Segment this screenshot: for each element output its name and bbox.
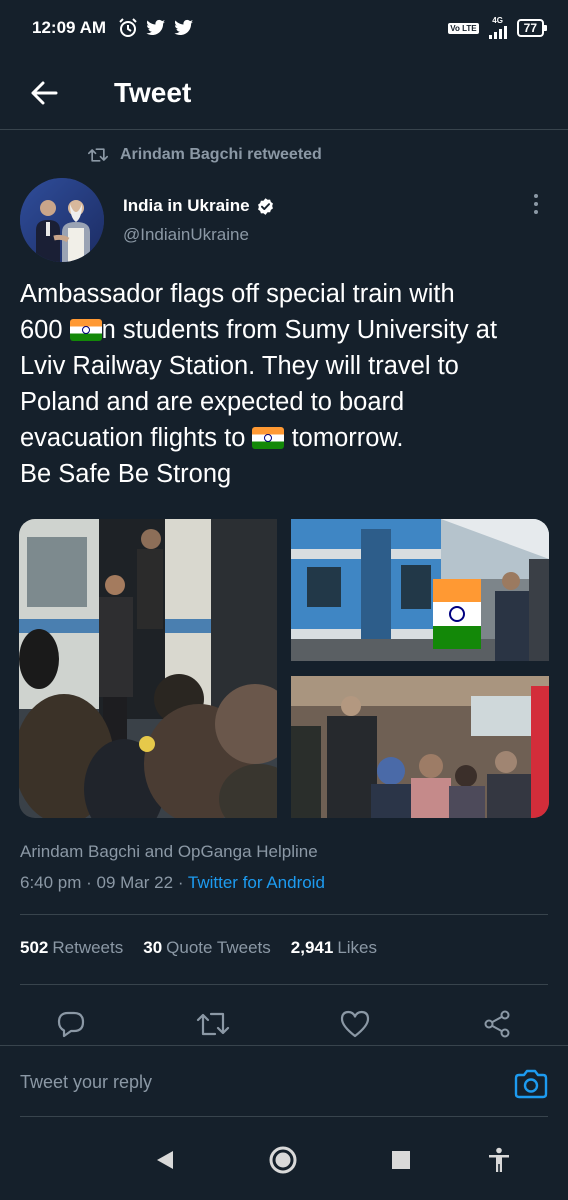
tweet-line: Ambassador flags off special train with: [20, 280, 455, 308]
reply-underline: [20, 1116, 548, 1117]
system-nav-bar: [0, 1118, 568, 1200]
tweet-line: evacuation flights to tomorrow.: [20, 424, 404, 452]
heart-icon: [340, 1010, 370, 1038]
tweet-time: 6:40 pm: [20, 873, 82, 892]
arrow-left-icon: [31, 81, 58, 104]
signal-icon: [488, 25, 507, 39]
tweet-line: 600 n students from Sumy University at: [20, 316, 498, 344]
nav-accessibility-button[interactable]: [479, 1140, 519, 1180]
battery-icon: 77: [516, 19, 548, 37]
nav-home-button[interactable]: [263, 1140, 303, 1180]
triangle-back-icon: [157, 1151, 173, 1169]
photo-train-door[interactable]: [19, 519, 277, 818]
square-recents-icon: [392, 1151, 410, 1169]
like-button[interactable]: [333, 1002, 377, 1046]
author-handle[interactable]: @IndiainUkraine: [123, 225, 249, 245]
quote-tweets-stat[interactable]: 30 Quote Tweets: [143, 938, 271, 958]
media-tag-attribution[interactable]: Arindam Bagchi and OpGanga Helpline: [20, 842, 318, 862]
share-button[interactable]: [475, 1002, 519, 1046]
retweets-stat[interactable]: 502 Retweets: [20, 938, 123, 958]
app-header: Tweet: [0, 56, 568, 130]
more-dot: [534, 202, 538, 206]
tweet-author: India in Ukraine @IndiainUkraine: [20, 178, 548, 268]
accessibility-icon: [489, 1147, 509, 1172]
circle-home-icon: [269, 1146, 297, 1174]
camera-button[interactable]: [514, 1066, 548, 1100]
media-grid: [19, 519, 549, 818]
flag-india-icon: [69, 319, 102, 341]
retweeted-by[interactable]: Arindam Bagchi retweeted: [88, 146, 322, 164]
twitter-bird-icon: [146, 19, 166, 35]
twitter-bird-icon: [174, 19, 194, 35]
back-button[interactable]: [14, 63, 74, 123]
volte-badge: Vo LTE: [448, 22, 479, 34]
more-dot: [534, 194, 538, 198]
retweet-icon: [88, 148, 108, 162]
tweet-line: Lviv Railway Station. They will travel t…: [20, 352, 459, 380]
tweet-stats: 502 Retweets 30 Quote Tweets 2,941 Likes: [20, 938, 377, 958]
camera-icon: [514, 1069, 548, 1099]
reply-icon: [57, 1011, 85, 1038]
tweet-line: Poland and are expected to board: [20, 388, 405, 416]
nav-recents-button[interactable]: [381, 1140, 421, 1180]
share-icon: [484, 1010, 510, 1038]
reply-button[interactable]: [49, 1002, 93, 1046]
status-bar: 12:09 AM Vo LTE 4G 77: [0, 0, 568, 56]
divider: [20, 984, 548, 985]
divider: [20, 914, 548, 915]
retweet-icon: [196, 1012, 230, 1036]
photo-train-interior[interactable]: [291, 676, 549, 818]
network-type: 4G: [492, 16, 503, 25]
more-options-button[interactable]: [524, 190, 548, 218]
status-time: 12:09 AM: [32, 18, 107, 37]
reply-bar: [0, 1045, 568, 1118]
likes-stat[interactable]: 2,941 Likes: [291, 938, 377, 958]
retweeted-by-text: Arindam Bagchi retweeted: [120, 146, 322, 163]
tweet-date: 09 Mar 22: [96, 873, 174, 892]
tweet-actions: [0, 1002, 568, 1046]
page-title: Tweet: [114, 76, 192, 108]
tweet-text: Ambassador flags off special train with …: [20, 276, 550, 492]
retweet-button[interactable]: [191, 1002, 235, 1046]
tweet-meta: 6:40 pm · 09 Mar 22 · Twitter for Androi…: [20, 873, 325, 893]
reply-input[interactable]: [20, 1046, 480, 1118]
meta-separator: ·: [173, 873, 188, 892]
author-name[interactable]: India in Ukraine: [123, 196, 275, 216]
tweet-line: Be Safe Be Strong: [20, 460, 232, 488]
alarm-icon: [119, 18, 137, 37]
avatar[interactable]: [20, 178, 104, 262]
meta-separator: ·: [81, 873, 97, 892]
photo-flag-platform[interactable]: [291, 519, 549, 661]
flag-india-icon: [252, 427, 285, 449]
nav-back-button[interactable]: [145, 1140, 185, 1180]
verified-badge-icon: [257, 197, 273, 215]
more-dot: [534, 210, 538, 214]
tweet-source-link[interactable]: Twitter for Android: [188, 873, 325, 892]
